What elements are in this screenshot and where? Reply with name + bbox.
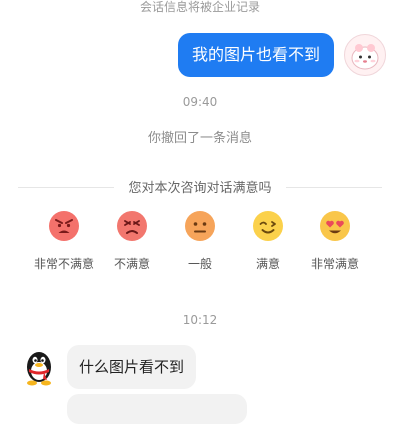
timestamp: 09:40	[182, 95, 218, 109]
incoming-message-bubble[interactable]: 什么图片看不到	[67, 345, 197, 389]
timestamp: 10:12	[182, 313, 218, 327]
survey-title: 您对本次咨询对话满意吗	[0, 177, 400, 196]
smile-face-icon	[253, 211, 283, 241]
rating-very-satisfied[interactable]: 非常满意	[295, 210, 375, 272]
user-avatar[interactable]	[344, 34, 386, 76]
penguin-icon	[27, 352, 51, 386]
incoming-message-bubble-partial[interactable]	[67, 394, 247, 424]
heart-eyes-face-icon	[320, 211, 350, 241]
neutral-face-icon	[185, 211, 215, 241]
rating-label: 非常满意	[310, 257, 359, 271]
enterprise-record-notice: 会话信息将被企业记录	[139, 0, 260, 14]
recall-notice: 你撤回了一条消息	[147, 131, 252, 146]
service-avatar[interactable]	[18, 346, 60, 388]
very-angry-face-icon	[49, 211, 79, 241]
angry-face-icon	[117, 211, 147, 241]
outgoing-message-bubble[interactable]: 我的图片也看不到	[177, 33, 334, 77]
